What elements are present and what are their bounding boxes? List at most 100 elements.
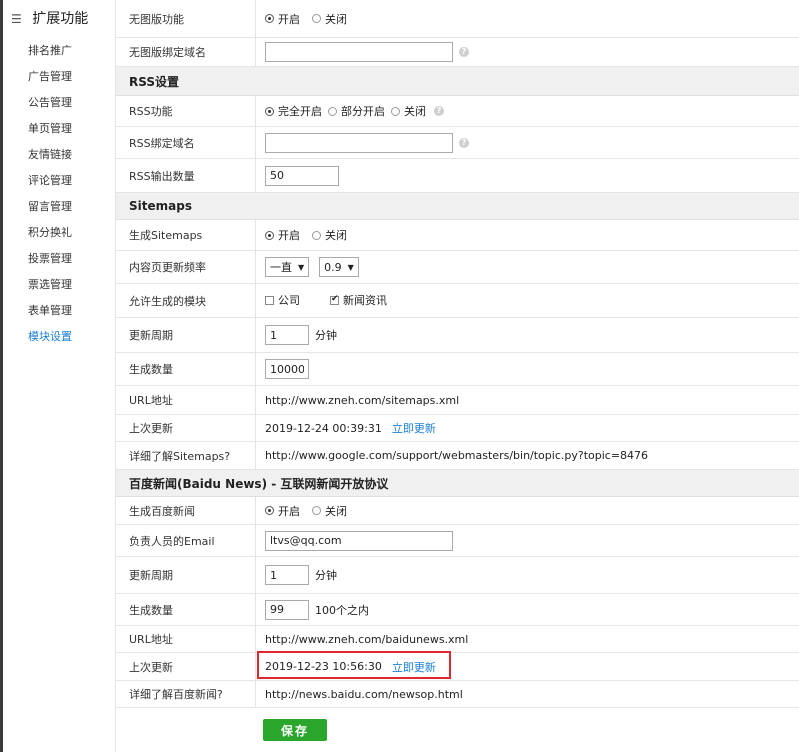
baidu-generate-row: 生成百度新闻 开启 关闭 <box>116 497 799 525</box>
module-news-checkbox[interactable] <box>330 294 339 305</box>
sidebar: ☰ 扩展功能 排名推广 广告管理 公告管理 单页管理 友情链接 评论管理 留言管… <box>3 0 116 752</box>
sitemaps-on-radio[interactable] <box>265 230 274 240</box>
nopic-off-option[interactable]: 关闭 <box>312 11 347 27</box>
nopic-domain-label: 无图版绑定域名 <box>129 46 206 59</box>
settings-form: 无图版功能 开启 关闭 无图版绑定域名 ? RSS设置 RSS功能 完全开启 部… <box>116 0 799 708</box>
baidu-email-input[interactable] <box>265 530 453 551</box>
baidu-email-label: 负责人员的Email <box>129 534 215 548</box>
module-company-checkbox[interactable] <box>265 295 274 305</box>
sidebar-item-links[interactable]: 友情链接 <box>3 142 115 168</box>
sidebar-item-votes[interactable]: 票选管理 <box>3 272 115 298</box>
sidebar-item-announcements[interactable]: 公告管理 <box>3 90 115 116</box>
menu-icon: ☰ <box>11 12 22 26</box>
nopic-domain-row: 无图版绑定域名 ? <box>116 38 799 67</box>
help-icon[interactable]: ? <box>459 137 469 148</box>
baidu-last-value: 2019-12-23 10:56:30 <box>265 660 382 673</box>
sitemaps-url-value: http://www.zneh.com/sitemaps.xml <box>265 393 460 407</box>
sidebar-item-messages[interactable]: 留言管理 <box>3 194 115 220</box>
sidebar-item-module-settings[interactable]: 模块设置 <box>3 324 115 350</box>
baidu-email-row: 负责人员的Email <box>116 525 799 557</box>
sitemaps-period-label: 更新周期 <box>129 329 173 342</box>
sitemaps-modules-label: 允许生成的模块 <box>129 294 206 308</box>
sidebar-item-comments[interactable]: 评论管理 <box>3 168 115 194</box>
sidebar-title: 扩展功能 <box>32 11 89 27</box>
rss-count-label: RSS输出数量 <box>129 169 195 183</box>
baidu-off-radio[interactable] <box>312 506 321 515</box>
nopic-on-radio[interactable] <box>265 14 274 23</box>
baidu-section-title: 百度新闻(Baidu News) - 互联网新闻开放协议 <box>129 476 389 491</box>
baidu-period-row: 更新周期 分钟 <box>116 557 799 594</box>
sitemaps-off-radio[interactable] <box>312 230 321 240</box>
nopic-on-option[interactable]: 开启 <box>265 11 300 27</box>
sitemaps-section-header: Sitemaps <box>116 193 799 220</box>
sitemaps-modules-row: 允许生成的模块 公司 新闻资讯 <box>116 284 799 318</box>
sidebar-item-forms[interactable]: 表单管理 <box>3 298 115 324</box>
nopic-off-radio[interactable] <box>312 14 321 23</box>
sitemaps-last-row: 上次更新 2019-12-24 00:39:31 立即更新 <box>116 415 799 442</box>
sitemaps-generate-label: 生成Sitemaps <box>129 229 203 242</box>
chevron-down-icon: ▼ <box>347 262 354 272</box>
sitemaps-last-value: 2019-12-24 00:39:31 <box>265 421 382 435</box>
module-news-option[interactable]: 新闻资讯 <box>330 292 387 308</box>
rss-feature-row: RSS功能 完全开启 部分开启 关闭 ? <box>116 96 799 127</box>
sidebar-item-pages[interactable]: 单页管理 <box>3 116 115 142</box>
rss-section-title: RSS设置 <box>129 74 179 89</box>
sitemaps-period-unit: 分钟 <box>315 329 337 342</box>
baidu-period-input[interactable] <box>265 565 309 585</box>
rss-section-header: RSS设置 <box>116 67 799 96</box>
sitemaps-freq-row: 内容页更新频率 一直 ▼ 0.9 ▼ <box>116 251 799 284</box>
sitemaps-update-now-link[interactable]: 立即更新 <box>392 420 436 436</box>
sitemaps-off-option[interactable]: 关闭 <box>312 227 347 243</box>
sidebar-item-polls[interactable]: 投票管理 <box>3 246 115 272</box>
sidebar-item-ads[interactable]: 广告管理 <box>3 64 115 90</box>
sidebar-item-points[interactable]: 积分换礼 <box>3 220 115 246</box>
sitemaps-more-label: 详细了解Sitemaps? <box>129 449 231 463</box>
sidebar-header: ☰ 扩展功能 <box>3 0 115 38</box>
baidu-off-label: 关闭 <box>325 504 347 518</box>
sitemaps-count-row: 生成数量 <box>116 353 799 386</box>
rss-domain-row: RSS绑定域名 ? <box>116 127 799 159</box>
nopic-domain-input[interactable] <box>265 42 453 62</box>
freq-select[interactable]: 一直 ▼ <box>265 257 310 277</box>
rss-full-option[interactable]: 完全开启 <box>265 103 322 119</box>
sitemaps-generate-row: 生成Sitemaps 开启 关闭 <box>116 220 799 251</box>
rss-full-radio[interactable] <box>265 106 274 116</box>
baidu-generate-label: 生成百度新闻 <box>129 504 195 518</box>
baidu-on-label: 开启 <box>278 504 300 518</box>
baidu-on-option[interactable]: 开启 <box>265 503 300 519</box>
baidu-count-unit: 100个之内 <box>315 603 369 617</box>
rss-partial-radio[interactable] <box>328 106 337 116</box>
sitemaps-more-value: http://www.google.com/support/webmasters… <box>265 449 649 462</box>
sitemaps-section-title: Sitemaps <box>129 199 192 213</box>
nopic-feature-label: 无图版功能 <box>129 12 184 26</box>
chevron-down-icon: ▼ <box>298 262 305 272</box>
sitemaps-count-input[interactable] <box>265 359 309 379</box>
sidebar-item-ranking[interactable]: 排名推广 <box>3 38 115 64</box>
baidu-count-input[interactable] <box>265 599 309 620</box>
help-icon[interactable]: ? <box>459 47 469 57</box>
module-company-option[interactable]: 公司 <box>265 292 300 308</box>
baidu-update-now-link[interactable]: 立即更新 <box>392 659 436 675</box>
baidu-off-option[interactable]: 关闭 <box>312 503 347 519</box>
save-button[interactable]: 保存 <box>263 719 327 741</box>
rss-domain-input[interactable] <box>265 132 453 153</box>
priority-select[interactable]: 0.9 ▼ <box>319 257 359 277</box>
module-company-label: 公司 <box>278 294 300 307</box>
rss-partial-option[interactable]: 部分开启 <box>328 103 385 119</box>
baidu-url-value: http://www.zneh.com/baidunews.xml <box>265 632 469 646</box>
module-news-label: 新闻资讯 <box>343 294 387 307</box>
baidu-last-label: 上次更新 <box>129 660 173 674</box>
rss-off-option[interactable]: 关闭 <box>391 103 426 119</box>
baidu-last-row: 上次更新 2019-12-23 10:56:30 立即更新 <box>116 653 799 681</box>
rss-off-radio[interactable] <box>391 106 400 116</box>
baidu-on-radio[interactable] <box>265 506 274 515</box>
rss-full-label: 完全开启 <box>278 105 322 118</box>
nopic-off-label: 关闭 <box>325 12 347 26</box>
sitemaps-on-option[interactable]: 开启 <box>265 227 300 243</box>
rss-count-input[interactable] <box>265 165 339 186</box>
rss-domain-label: RSS绑定域名 <box>129 136 195 150</box>
help-icon[interactable]: ? <box>434 106 444 116</box>
rss-count-row: RSS输出数量 <box>116 159 799 193</box>
sitemaps-count-label: 生成数量 <box>129 363 173 376</box>
sitemaps-period-input[interactable] <box>265 325 309 345</box>
